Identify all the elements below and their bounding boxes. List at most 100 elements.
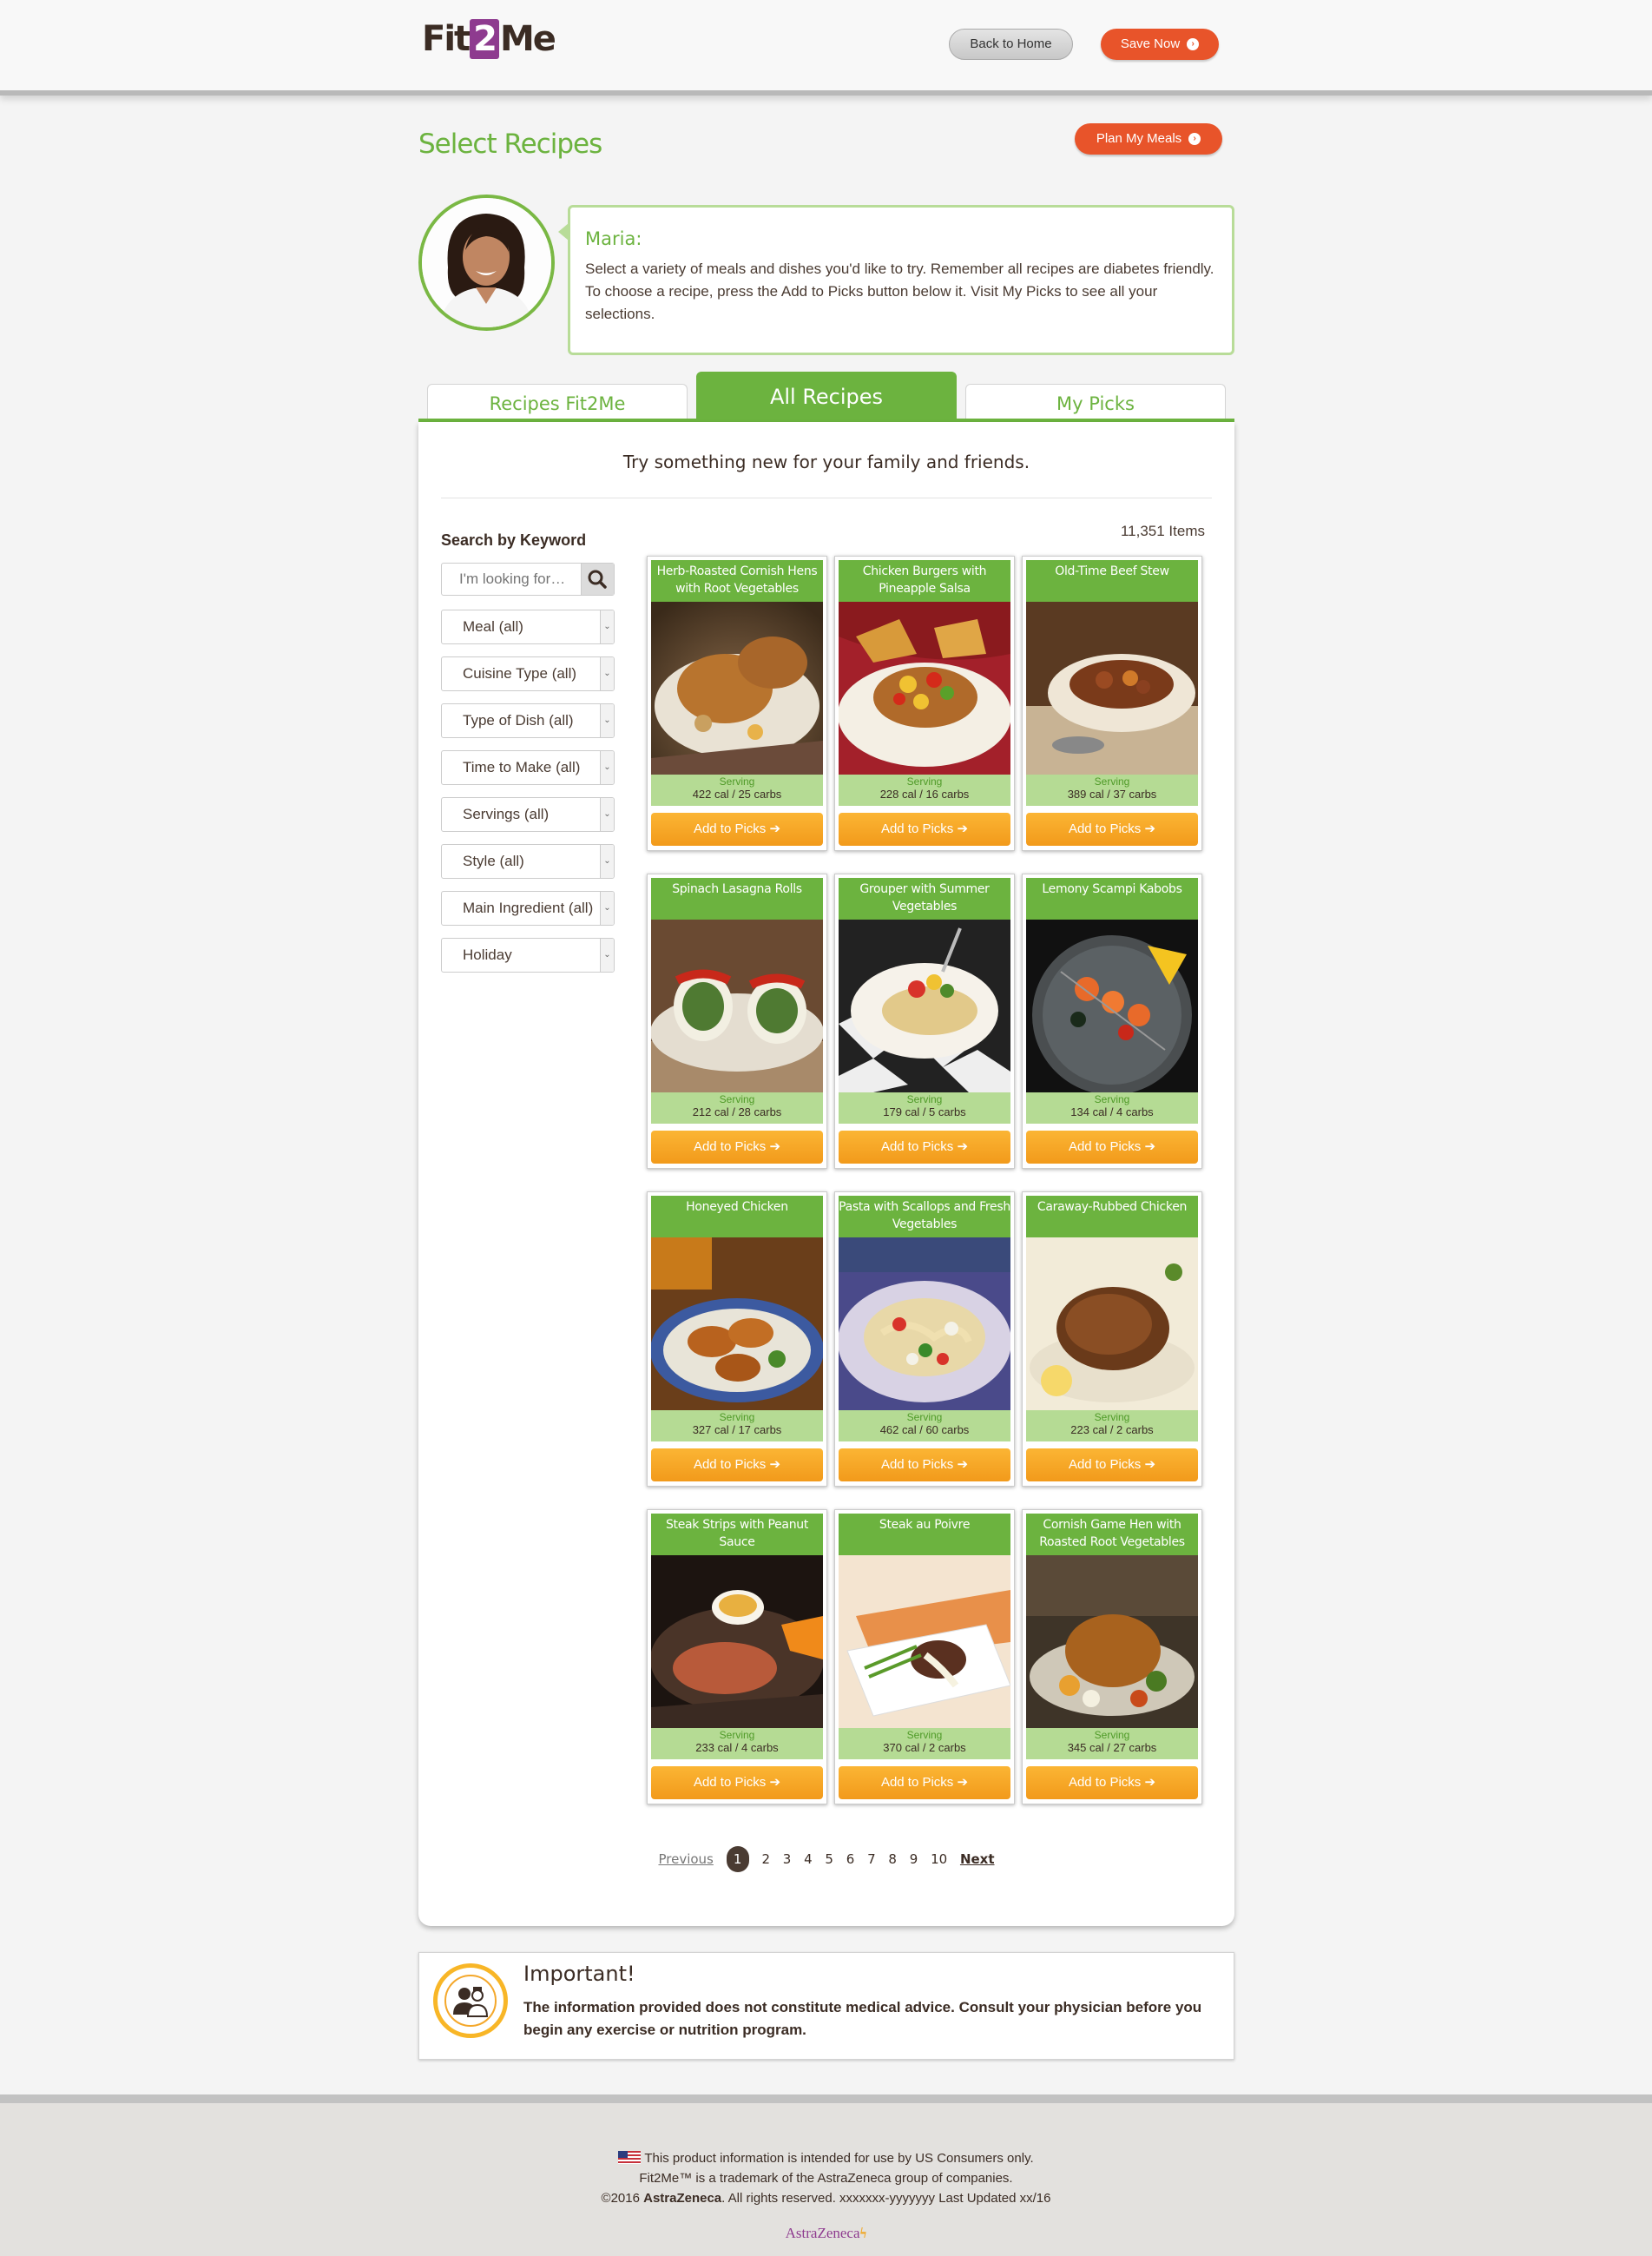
search-button[interactable]: [581, 564, 614, 595]
calories-carbs: 389 cal / 37 carbs: [1067, 788, 1157, 801]
page-2[interactable]: 2: [761, 1851, 770, 1867]
add-to-picks-button[interactable]: Add to Picks ➔: [839, 1131, 1010, 1164]
plan-my-meals-button[interactable]: Plan My Meals ›: [1075, 123, 1222, 155]
recipe-title[interactable]: Spinach Lasagna Rolls: [651, 878, 823, 920]
time-to-make-select[interactable]: Time to Make (all) ⌄: [441, 750, 615, 785]
add-to-picks-button[interactable]: Add to Picks ➔: [839, 813, 1010, 846]
recipe-nutrition: Serving 462 cal / 60 carbs: [839, 1410, 1010, 1441]
recipe-image[interactable]: [651, 1555, 823, 1728]
recipe-nutrition: Serving 345 cal / 27 carbs: [1026, 1728, 1198, 1759]
recipe-nutrition: Serving 228 cal / 16 carbs: [839, 775, 1010, 806]
item-count: 11,351 Items: [1120, 523, 1205, 539]
tab-my-picks[interactable]: My Picks: [965, 384, 1226, 420]
recipe-image[interactable]: [1026, 1555, 1198, 1728]
cuisine-type-select[interactable]: Cuisine Type (all) ⌄: [441, 656, 615, 691]
main-ingredient-select[interactable]: Main Ingredient (all) ⌄: [441, 891, 615, 926]
page-8[interactable]: 8: [888, 1851, 897, 1867]
recipe-image[interactable]: [651, 920, 823, 1092]
select-value: Main Ingredient (all): [463, 900, 594, 916]
important-title: Important!: [523, 1962, 635, 1986]
save-now-button[interactable]: Save Now ›: [1101, 29, 1219, 60]
pagination-next[interactable]: Next: [960, 1851, 995, 1867]
recipe-title[interactable]: Grouper with Summer Vegetables: [839, 878, 1010, 920]
add-arrow-icon: ➔: [957, 1457, 969, 1472]
recipe-title[interactable]: Steak Strips with Peanut Sauce: [651, 1514, 823, 1555]
tab-all-recipes[interactable]: All Recipes: [696, 372, 957, 420]
recipe-card: Grouper with Summer Vegetables Serving 1…: [834, 874, 1015, 1169]
recipe-image[interactable]: [839, 602, 1010, 775]
recipe-title[interactable]: Old-Time Beef Stew: [1026, 560, 1198, 602]
back-to-home-button[interactable]: Back to Home: [949, 29, 1073, 60]
save-now-label: Save Now: [1120, 36, 1181, 51]
serving-label: Serving: [1094, 775, 1130, 788]
page-1[interactable]: 1: [726, 1846, 749, 1872]
servings-select[interactable]: Servings (all) ⌄: [441, 797, 615, 832]
recipe-title[interactable]: Steak au Poivre: [839, 1514, 1010, 1555]
recipe-image[interactable]: [1026, 602, 1198, 775]
recipe-title[interactable]: Cornish Game Hen with Roasted Root Veget…: [1026, 1514, 1198, 1555]
recipe-title[interactable]: Herb-Roasted Cornish Hens with Root Vege…: [651, 560, 823, 602]
recipe-image[interactable]: [651, 1237, 823, 1410]
us-flag-icon: [618, 2151, 642, 2164]
recipe-title[interactable]: Chicken Burgers with Pineapple Salsa: [839, 560, 1010, 602]
type-of-dish-select[interactable]: Type of Dish (all) ⌄: [441, 703, 615, 738]
recipe-image[interactable]: [651, 602, 823, 775]
meal-select[interactable]: Meal (all) ⌄: [441, 610, 615, 644]
add-to-picks-label: Add to Picks: [693, 1775, 767, 1790]
add-to-picks-label: Add to Picks: [1068, 1457, 1142, 1472]
copyright-suffix: . All rights reserved. xxxxxxx-yyyyyyy L…: [721, 2191, 1051, 2206]
add-to-picks-button[interactable]: Add to Picks ➔: [651, 1448, 823, 1481]
recipe-image[interactable]: [839, 1555, 1010, 1728]
chevron-down-icon: ⌄: [600, 657, 614, 690]
add-to-picks-button[interactable]: Add to Picks ➔: [1026, 1766, 1198, 1799]
add-to-picks-button[interactable]: Add to Picks ➔: [839, 1448, 1010, 1481]
page-9[interactable]: 9: [910, 1851, 918, 1867]
recipe-nutrition: Serving 327 cal / 17 carbs: [651, 1410, 823, 1441]
add-to-picks-button[interactable]: Add to Picks ➔: [1026, 1448, 1198, 1481]
add-arrow-icon: ➔: [957, 1139, 969, 1154]
add-arrow-icon: ➔: [769, 1775, 781, 1790]
add-to-picks-button[interactable]: Add to Picks ➔: [651, 1131, 823, 1164]
chevron-down-icon: ⌄: [600, 704, 614, 737]
page-10[interactable]: 10: [931, 1851, 947, 1867]
page-6[interactable]: 6: [846, 1851, 855, 1867]
style-select[interactable]: Style (all) ⌄: [441, 844, 615, 879]
page-4[interactable]: 4: [804, 1851, 813, 1867]
tab-recipes-fit2me[interactable]: Recipes Fit2Me: [427, 384, 688, 420]
pagination-previous[interactable]: Previous: [658, 1851, 713, 1867]
holiday-select[interactable]: Holiday ⌄: [441, 938, 615, 973]
tagline: Try something new for your family and fr…: [622, 452, 1030, 472]
add-to-picks-label: Add to Picks: [693, 1457, 767, 1472]
add-to-picks-button[interactable]: Add to Picks ➔: [651, 1766, 823, 1799]
add-to-picks-button[interactable]: Add to Picks ➔: [651, 813, 823, 846]
calories-carbs: 228 cal / 16 carbs: [879, 788, 970, 801]
recipe-card: Caraway-Rubbed Chicken Serving 223 cal /…: [1022, 1191, 1202, 1487]
add-to-picks-label: Add to Picks: [880, 1139, 954, 1154]
recipe-nutrition: Serving 370 cal / 2 carbs: [839, 1728, 1010, 1759]
add-to-picks-button[interactable]: Add to Picks ➔: [839, 1766, 1010, 1799]
footer-copyright: ©2016 AstraZeneca. All rights reserved. …: [0, 2188, 1652, 2208]
search-input[interactable]: [442, 564, 581, 595]
select-value: Holiday: [463, 947, 512, 963]
recipe-title[interactable]: Honeyed Chicken: [651, 1196, 823, 1237]
astrazeneca-logo[interactable]: AstraZenecaϟ: [0, 2225, 1652, 2242]
recipe-image[interactable]: [1026, 1237, 1198, 1410]
recipe-image[interactable]: [839, 1237, 1010, 1410]
recipe-image[interactable]: [1026, 920, 1198, 1092]
footer-legal: This product information is intended for…: [0, 2148, 1652, 2208]
page-3[interactable]: 3: [783, 1851, 792, 1867]
page-5[interactable]: 5: [825, 1851, 833, 1867]
recipe-image[interactable]: [839, 920, 1010, 1092]
page-7[interactable]: 7: [867, 1851, 876, 1867]
recipe-title[interactable]: Pasta with Scallops and Fresh Vegetables: [839, 1196, 1010, 1237]
add-arrow-icon: ➔: [957, 821, 969, 836]
recipe-title[interactable]: Caraway-Rubbed Chicken: [1026, 1196, 1198, 1237]
add-to-picks-label: Add to Picks: [880, 1457, 954, 1472]
add-to-picks-button[interactable]: Add to Picks ➔: [1026, 1131, 1198, 1164]
recipe-title[interactable]: Lemony Scampi Kabobs: [1026, 878, 1198, 920]
add-to-picks-label: Add to Picks: [1068, 821, 1142, 836]
fit2me-logo[interactable]: Fit 2 Me: [422, 19, 556, 59]
select-value: Time to Make (all): [463, 759, 581, 775]
add-to-picks-button[interactable]: Add to Picks ➔: [1026, 813, 1198, 846]
important-notice: Important! The information provided does…: [418, 1952, 1234, 2060]
